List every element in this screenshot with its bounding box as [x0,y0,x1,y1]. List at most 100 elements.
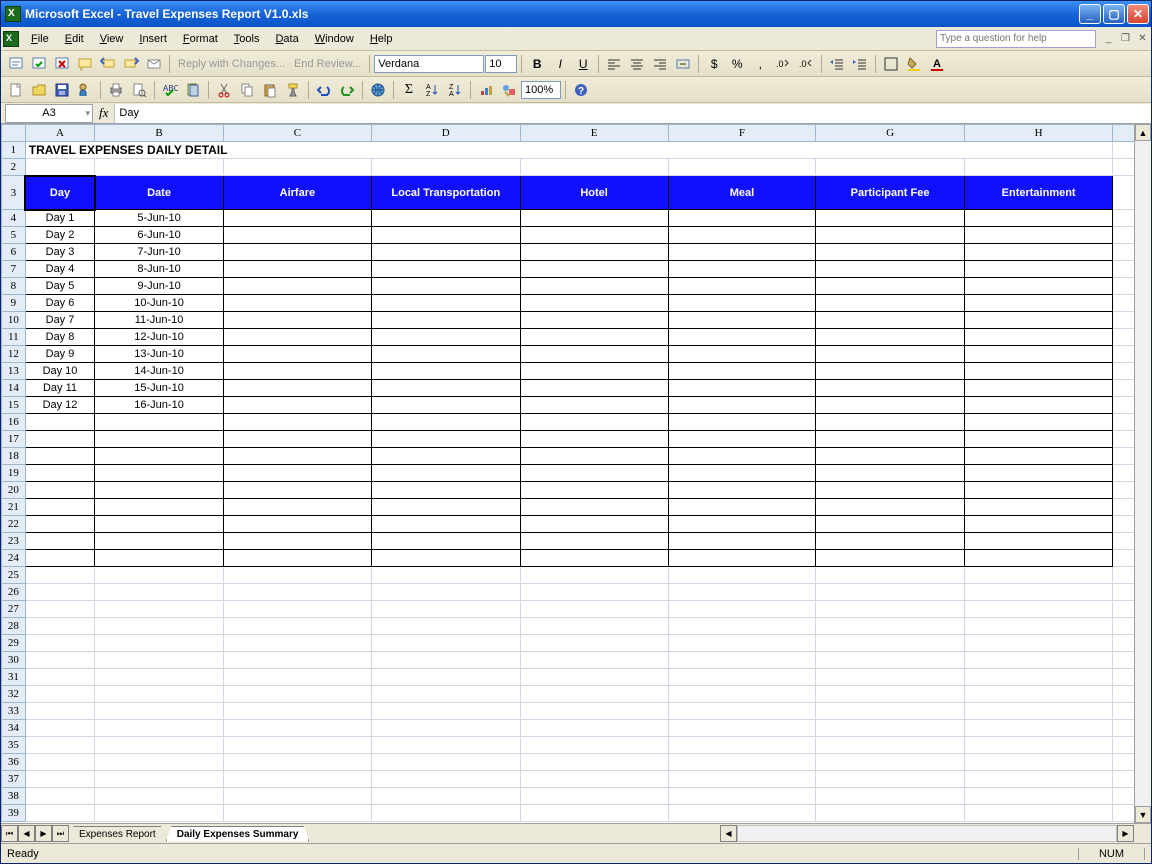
increase-indent-button[interactable] [849,53,871,75]
data-cell[interactable] [371,550,520,567]
doc-close-button[interactable]: ✕ [1136,32,1149,45]
row-header[interactable]: 30 [2,652,26,669]
undo-button[interactable] [313,79,335,101]
data-cell[interactable] [223,533,371,550]
data-cell[interactable] [668,329,816,346]
data-cell[interactable] [668,482,816,499]
data-cell[interactable] [668,516,816,533]
row-header[interactable]: 19 [2,465,26,482]
data-cell[interactable] [223,227,371,244]
column-header-cell[interactable]: Hotel [520,176,668,210]
data-cell[interactable] [668,278,816,295]
row-header[interactable]: 36 [2,754,26,771]
data-cell[interactable] [223,295,371,312]
data-cell[interactable] [371,329,520,346]
data-cell[interactable] [520,295,668,312]
data-cell[interactable] [223,210,371,227]
row-header[interactable]: 1 [2,142,26,159]
data-cell[interactable] [371,295,520,312]
data-cell[interactable] [668,533,816,550]
select-all-cell[interactable] [2,125,26,142]
data-cell[interactable] [816,227,964,244]
print-preview-icon[interactable] [128,79,150,101]
menu-tools[interactable]: Tools [226,31,268,47]
research-icon[interactable] [182,79,204,101]
row-header[interactable]: 31 [2,669,26,686]
data-cell[interactable] [223,431,371,448]
bold-button[interactable]: B [526,53,548,75]
decrease-decimal-button[interactable]: .0 [795,53,817,75]
data-cell[interactable] [668,550,816,567]
data-cell[interactable] [371,312,520,329]
data-cell[interactable] [371,465,520,482]
data-cell[interactable] [964,550,1113,567]
row-header[interactable]: 7 [2,261,26,278]
row-header[interactable]: 5 [2,227,26,244]
scroll-down-button[interactable]: ▼ [1135,806,1151,823]
row-header[interactable]: 37 [2,771,26,788]
data-cell[interactable] [371,210,520,227]
data-cell[interactable] [816,363,964,380]
cut-icon[interactable] [213,79,235,101]
row-header[interactable]: 8 [2,278,26,295]
data-cell[interactable] [520,550,668,567]
help-icon[interactable]: ? [570,79,592,101]
tab-nav-next[interactable]: ▶ [35,825,52,842]
data-cell[interactable] [223,397,371,414]
col-header[interactable]: E [520,125,668,142]
row-header[interactable]: 20 [2,482,26,499]
row-header[interactable]: 2 [2,159,26,176]
data-cell[interactable] [223,550,371,567]
chart-wizard-icon[interactable] [475,79,497,101]
col-header[interactable]: D [371,125,520,142]
data-cell[interactable] [816,244,964,261]
window-maximize-button[interactable]: ▢ [1103,4,1125,24]
data-cell[interactable] [520,533,668,550]
data-cell[interactable]: Day 8 [25,329,94,346]
data-cell[interactable] [816,261,964,278]
data-cell[interactable] [371,244,520,261]
row-header[interactable]: 16 [2,414,26,431]
data-cell[interactable] [25,533,94,550]
data-cell[interactable]: 13-Jun-10 [95,346,224,363]
data-cell[interactable] [520,380,668,397]
data-cell[interactable]: 16-Jun-10 [95,397,224,414]
data-cell[interactable] [25,431,94,448]
data-cell[interactable] [520,414,668,431]
data-cell[interactable] [371,346,520,363]
data-cell[interactable] [964,346,1113,363]
data-cell[interactable] [816,414,964,431]
data-cell[interactable] [964,465,1113,482]
tab-nav-first[interactable]: ⏮ [1,825,18,842]
menu-data[interactable]: Data [267,31,306,47]
window-close-button[interactable]: ✕ [1127,4,1149,24]
data-cell[interactable] [95,516,224,533]
column-header-cell[interactable]: Local Transportation [371,176,520,210]
column-header-cell[interactable]: Day [25,176,94,210]
data-cell[interactable] [816,397,964,414]
excel-doc-icon[interactable] [3,31,19,47]
data-cell[interactable] [223,448,371,465]
show-changes-icon[interactable] [5,53,27,75]
zoom-select[interactable] [521,81,561,99]
data-cell[interactable] [668,499,816,516]
data-cell[interactable] [816,329,964,346]
data-cell[interactable] [95,533,224,550]
insert-comment-icon[interactable] [74,53,96,75]
row-header[interactable]: 11 [2,329,26,346]
accept-change-icon[interactable] [28,53,50,75]
data-cell[interactable] [964,227,1113,244]
data-cell[interactable] [964,448,1113,465]
data-cell[interactable]: 14-Jun-10 [95,363,224,380]
menu-view[interactable]: View [92,31,132,47]
data-cell[interactable] [816,465,964,482]
column-header-cell[interactable]: Airfare [223,176,371,210]
data-cell[interactable] [520,346,668,363]
data-cell[interactable] [668,465,816,482]
font-color-button[interactable]: A [926,53,948,75]
row-header[interactable]: 12 [2,346,26,363]
data-cell[interactable]: Day 11 [25,380,94,397]
window-minimize-button[interactable]: _ [1079,4,1101,24]
data-cell[interactable] [25,516,94,533]
col-header[interactable]: C [223,125,371,142]
